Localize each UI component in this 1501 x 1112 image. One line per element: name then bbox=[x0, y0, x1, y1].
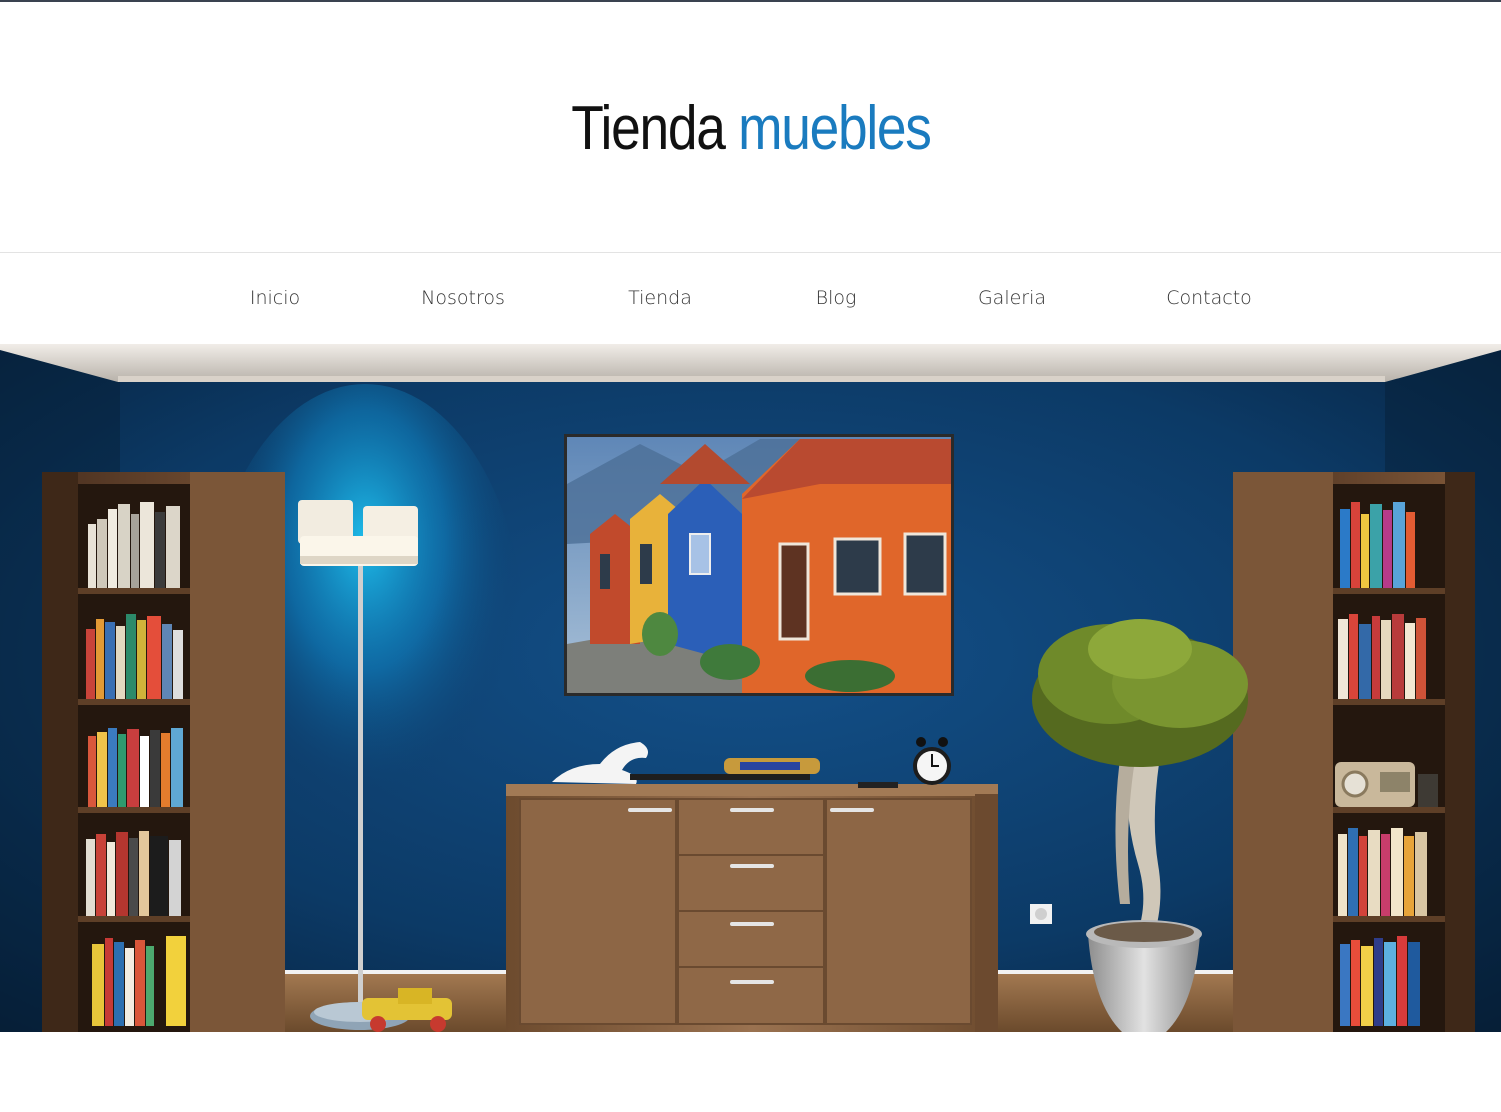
wall-painting bbox=[564, 434, 954, 696]
site-header: Tienda muebles bbox=[0, 2, 1501, 252]
site-title-link[interactable]: Tienda muebles bbox=[571, 98, 932, 160]
nav-item-tienda[interactable]: Tienda bbox=[628, 253, 692, 344]
nav-item-contacto[interactable]: Contacto bbox=[1166, 253, 1252, 344]
site-title-primary: Tienda bbox=[570, 94, 726, 163]
hero-image bbox=[0, 344, 1501, 1032]
right-bookshelf bbox=[1233, 472, 1475, 1032]
nav-item-blog[interactable]: Blog bbox=[816, 253, 857, 344]
sideboard bbox=[506, 784, 998, 1032]
left-bookshelf bbox=[42, 472, 285, 1032]
main-navigation: Inicio Nosotros Tienda Blog Galeria Cont… bbox=[0, 252, 1501, 344]
nav-item-galeria[interactable]: Galeria bbox=[978, 253, 1046, 344]
nav-item-inicio[interactable]: Inicio bbox=[250, 253, 300, 344]
site-title-accent: muebles bbox=[737, 94, 932, 163]
nav-item-nosotros[interactable]: Nosotros bbox=[421, 253, 505, 344]
living-room-illustration bbox=[0, 344, 1501, 1032]
